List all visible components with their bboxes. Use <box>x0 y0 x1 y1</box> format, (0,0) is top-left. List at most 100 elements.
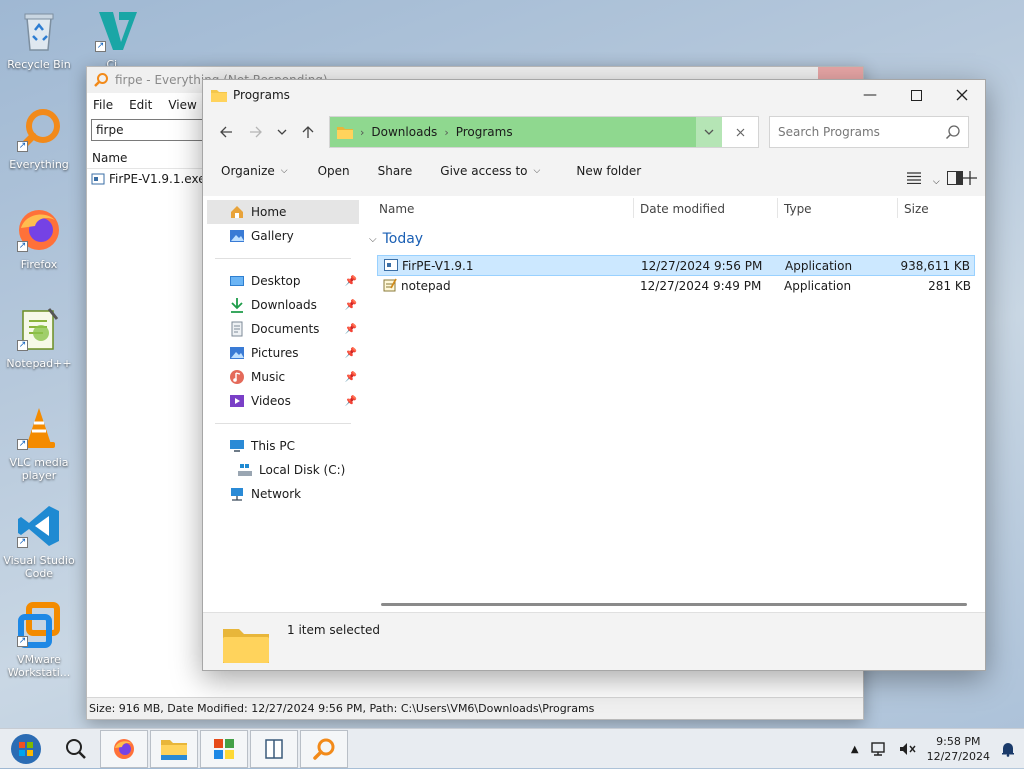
nav-item-local-disk[interactable]: Local Disk (C:) <box>203 458 363 482</box>
column-header-date[interactable]: Date modified <box>640 202 725 216</box>
column-header-name[interactable]: Name <box>379 202 414 216</box>
shortcut-arrow-icon: ↗ <box>17 141 28 152</box>
folder-icon <box>211 90 227 102</box>
chevron-down-icon: ⌵ <box>280 166 288 176</box>
network-icon <box>231 488 243 501</box>
app-icon <box>214 738 234 759</box>
taskbar-app[interactable] <box>200 729 248 768</box>
shortcut-arrow-icon: ↗ <box>17 340 28 351</box>
breadcrumb-separator-icon: › <box>444 125 449 139</box>
open-label: Open <box>317 164 350 178</box>
close-button[interactable] <box>939 80 985 110</box>
chevron-down-icon: ⌵ <box>533 166 541 176</box>
navigation-pane: Home Gallery Desktop 📌 Downloads 📌 Docum… <box>203 196 363 612</box>
desktop-icon-app[interactable]: ↗ Ci... <box>78 6 156 66</box>
file-name: notepad <box>401 279 451 293</box>
nav-item-home[interactable]: Home <box>207 200 359 224</box>
address-bar[interactable]: › Downloads › Programs <box>329 116 759 148</box>
nav-item-downloads[interactable]: Downloads 📌 <box>203 293 363 317</box>
horizontal-scrollbar[interactable] <box>381 603 967 606</box>
nav-divider <box>215 258 351 259</box>
maximize-button[interactable] <box>893 80 939 110</box>
organize-button[interactable]: Organize ⌵ <box>211 157 298 185</box>
nav-item-videos[interactable]: Videos 📌 <box>203 389 363 413</box>
menu-file[interactable]: File <box>93 98 113 112</box>
desktop-icon-label: Notepad++ <box>6 357 72 370</box>
nav-label-gallery: Gallery <box>251 229 294 243</box>
nav-item-documents[interactable]: Documents 📌 <box>203 317 363 341</box>
start-button[interactable] <box>0 730 52 768</box>
column-header-type[interactable]: Type <box>784 202 812 216</box>
view-options-button[interactable]: ⌵ <box>907 171 947 187</box>
add-button[interactable] <box>963 170 977 188</box>
nav-label-music: Music <box>251 370 286 384</box>
tray-overflow-icon[interactable]: ▲ <box>851 744 859 755</box>
share-label: Share <box>377 164 413 178</box>
taskbar-search-button[interactable] <box>52 730 100 768</box>
nav-item-gallery[interactable]: Gallery <box>203 224 363 248</box>
up-button[interactable] <box>293 117 323 147</box>
new-folder-button[interactable]: New folder <box>566 157 651 185</box>
desktop-icon-label: Firefox <box>20 258 58 271</box>
desktop-icon-firefox[interactable]: ↗ Firefox <box>0 206 78 271</box>
close-icon <box>956 89 968 101</box>
desktop-icon-recycle-bin[interactable]: Recycle Bin <box>0 6 78 71</box>
computer-icon <box>230 440 244 452</box>
search-placeholder: Search Programs <box>778 125 880 139</box>
taskbar-reader[interactable] <box>250 729 298 768</box>
menu-edit[interactable]: Edit <box>129 98 152 112</box>
menu-view[interactable]: View <box>168 98 196 112</box>
maximize-icon <box>910 89 922 101</box>
taskbar-everything[interactable] <box>300 729 348 768</box>
minimize-button[interactable]: — <box>847 80 893 110</box>
forward-button[interactable] <box>241 117 271 147</box>
clock[interactable]: 9:58 PM 12/27/2024 <box>927 734 990 764</box>
give-access-button[interactable]: Give access to ⌵ <box>430 157 550 185</box>
pin-icon: 📌 <box>344 299 357 311</box>
taskbar-firefox[interactable] <box>100 729 148 768</box>
network-status-icon[interactable] <box>870 741 889 757</box>
file-row[interactable]: FirPE-V1.9.1 12/27/2024 9:56 PM Applicat… <box>377 255 975 276</box>
recent-locations-button[interactable] <box>271 117 293 147</box>
notification-bell-icon[interactable] <box>1000 741 1016 757</box>
share-button[interactable]: Share <box>368 157 423 185</box>
nav-item-music[interactable]: Music 📌 <box>203 365 363 389</box>
breadcrumb-programs[interactable]: Programs <box>456 125 513 139</box>
nav-label-desktop: Desktop <box>251 274 301 288</box>
shortcut-arrow-icon: ↗ <box>17 241 28 252</box>
pictures-icon <box>230 347 244 359</box>
breadcrumb[interactable]: › Downloads › Programs <box>330 117 696 147</box>
back-button[interactable] <box>211 117 241 147</box>
nav-label-documents: Documents <box>251 322 320 336</box>
everything-search-icon <box>94 73 108 87</box>
taskbar-file-explorer[interactable] <box>150 729 198 768</box>
desktop-icon-everything[interactable]: ↗ Everything <box>0 106 78 171</box>
desktop-icon-vmware[interactable]: ↗ VMware Workstati... <box>0 601 78 679</box>
nav-item-network[interactable]: Network <box>203 482 363 506</box>
breadcrumb-downloads[interactable]: Downloads <box>371 125 437 139</box>
column-header-size[interactable]: Size <box>904 202 929 216</box>
address-dropdown-button[interactable] <box>696 117 722 147</box>
desktop-icon-label: Recycle Bin <box>7 58 71 71</box>
volume-muted-icon[interactable] <box>899 741 917 757</box>
desktop-icon-vlc[interactable]: ↗ VLC media player <box>0 404 78 482</box>
file-row[interactable]: notepad 12/27/2024 9:49 PM Application 2… <box>377 276 975 297</box>
nav-item-pictures[interactable]: Pictures 📌 <box>203 341 363 365</box>
file-explorer-icon <box>161 739 187 760</box>
gallery-icon <box>230 230 244 242</box>
breadcrumb-separator-icon: › <box>360 125 365 139</box>
search-input[interactable]: Search Programs <box>769 116 969 148</box>
group-header-today[interactable]: ⌵ Today <box>369 231 423 247</box>
desktop-icon-notepadpp[interactable]: ↗ Notepad++ <box>0 305 78 370</box>
clock-time: 9:58 PM <box>936 735 981 748</box>
arrow-up-icon <box>302 126 314 138</box>
preview-pane-button[interactable] <box>947 170 963 188</box>
nav-item-desktop[interactable]: Desktop 📌 <box>203 269 363 293</box>
videos-icon <box>230 395 244 407</box>
explorer-window[interactable]: Programs — › Downloads › Programs Search… <box>202 79 986 671</box>
desktop-icon-label: VMware Workstati... <box>7 653 71 679</box>
nav-item-this-pc[interactable]: This PC <box>203 434 363 458</box>
address-clear-button[interactable] <box>722 117 758 147</box>
open-button[interactable]: Open <box>308 157 360 185</box>
desktop-icon-vscode[interactable]: ↗ Visual Studio Code <box>0 502 78 580</box>
